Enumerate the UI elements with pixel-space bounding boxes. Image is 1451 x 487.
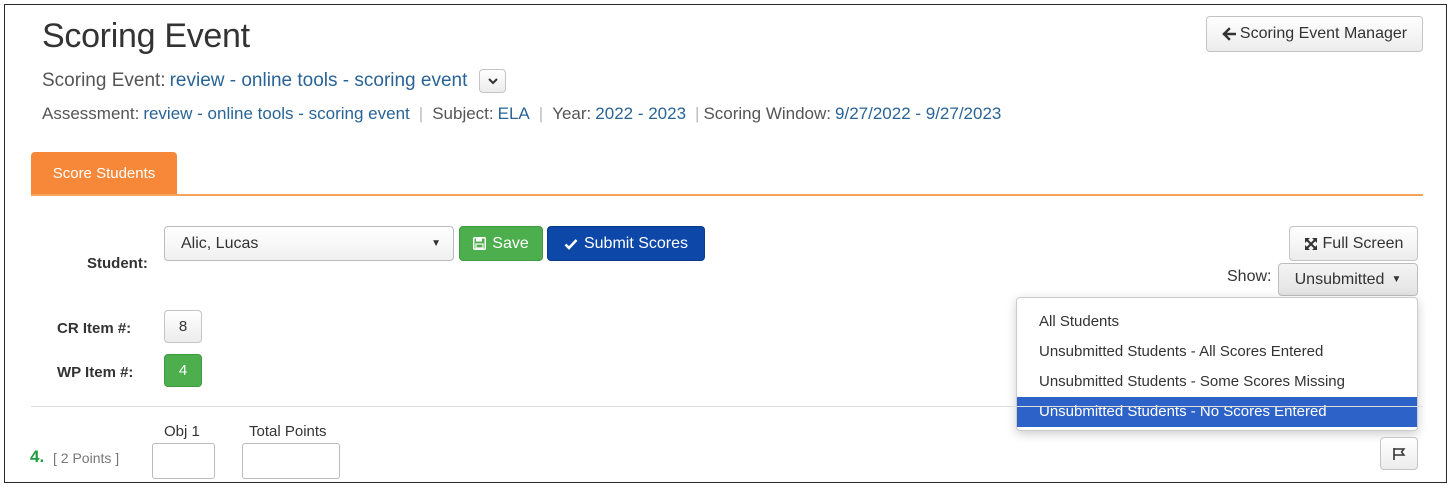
full-screen-button[interactable]: Full Screen	[1289, 226, 1418, 261]
total-points-column-header: Total Points	[249, 423, 327, 440]
page-title: Scoring Event	[42, 17, 250, 55]
floppy-disk-icon	[473, 237, 487, 250]
submit-scores-label: Submit Scores	[583, 234, 689, 252]
menu-item-some-scores-missing[interactable]: Unsubmitted Students - Some Scores Missi…	[1017, 367, 1417, 397]
scoring-event-manager-button[interactable]: Scoring Event Manager	[1206, 16, 1423, 52]
menu-item-no-scores-entered[interactable]: Unsubmitted Students - No Scores Entered	[1017, 397, 1417, 427]
section-divider	[31, 406, 1423, 407]
flag-icon	[1393, 447, 1406, 460]
show-filter-menu: All Students Unsubmitted Students - All …	[1016, 297, 1418, 431]
scoring-window-value: 9/27/2022 - 9/27/2023	[835, 104, 1002, 123]
student-selected-value: Alic, Lucas	[181, 234, 259, 252]
question-number: 4.	[30, 447, 45, 466]
menu-item-all-students[interactable]: All Students	[1017, 307, 1417, 337]
save-button[interactable]: Save	[459, 226, 543, 261]
caret-down-icon: ▼	[431, 238, 441, 249]
cr-item-label: CR Item #:	[57, 320, 132, 337]
subject-value: ELA	[497, 104, 530, 123]
full-screen-label: Full Screen	[1322, 234, 1404, 252]
assessment-link[interactable]: review - online tools - scoring event	[143, 104, 409, 124]
meta-separator: |	[538, 104, 544, 123]
checkmark-icon	[564, 238, 578, 250]
obj1-score-input[interactable]	[152, 443, 215, 479]
wp-item-label: WP Item #:	[57, 364, 134, 381]
arrow-left-icon	[1222, 27, 1236, 41]
assessment-label: Assessment:	[42, 104, 140, 123]
total-points-input[interactable]	[242, 443, 340, 479]
obj1-column-header: Obj 1	[164, 423, 200, 440]
show-filter-selected: Unsubmitted	[1294, 270, 1385, 288]
expand-arrows-icon	[1304, 237, 1317, 250]
caret-down-icon: ▼	[1391, 274, 1402, 285]
scoring-window-label: Scoring Window:	[703, 104, 832, 123]
menu-item-all-scores-entered[interactable]: Unsubmitted Students - All Scores Entere…	[1017, 337, 1417, 367]
submit-scores-button[interactable]: Submit Scores	[547, 226, 705, 261]
chevron-down-icon	[488, 78, 498, 85]
student-select[interactable]: Alic, Lucas ▼	[164, 226, 454, 261]
cr-item-button[interactable]: 8	[164, 310, 202, 343]
save-label: Save	[492, 234, 529, 252]
year-label: Year:	[552, 104, 592, 123]
meta-separator: |	[695, 104, 700, 123]
app-frame: Scoring Event Scoring Event Manager Scor…	[4, 4, 1447, 483]
flag-button[interactable]	[1380, 437, 1418, 470]
question-points: [ 2 Points ]	[53, 450, 120, 466]
scoring-event-dropdown-button[interactable]	[479, 69, 507, 93]
show-filter-dropdown[interactable]: Unsubmitted ▼	[1278, 263, 1418, 296]
show-filter-label: Show:	[1227, 268, 1272, 285]
subject-label: Subject:	[432, 104, 494, 123]
scoring-event-manager-label: Scoring Event Manager	[1239, 25, 1408, 42]
meta-separator: |	[418, 104, 424, 123]
student-label: Student:	[87, 255, 148, 272]
wp-item-button[interactable]: 4	[164, 354, 202, 387]
assessment-meta-line: Assessment: review - online tools - scor…	[42, 104, 1001, 124]
scoring-event-label: Scoring Event:	[42, 70, 166, 91]
scoring-event-link[interactable]: review - online tools - scoring event	[170, 70, 468, 92]
tab-underline	[31, 194, 1423, 196]
scoring-event-line: Scoring Event: review - online tools - s…	[42, 69, 507, 93]
tab-score-students[interactable]: Score Students	[31, 152, 177, 194]
year-value: 2022 - 2023	[595, 104, 687, 123]
